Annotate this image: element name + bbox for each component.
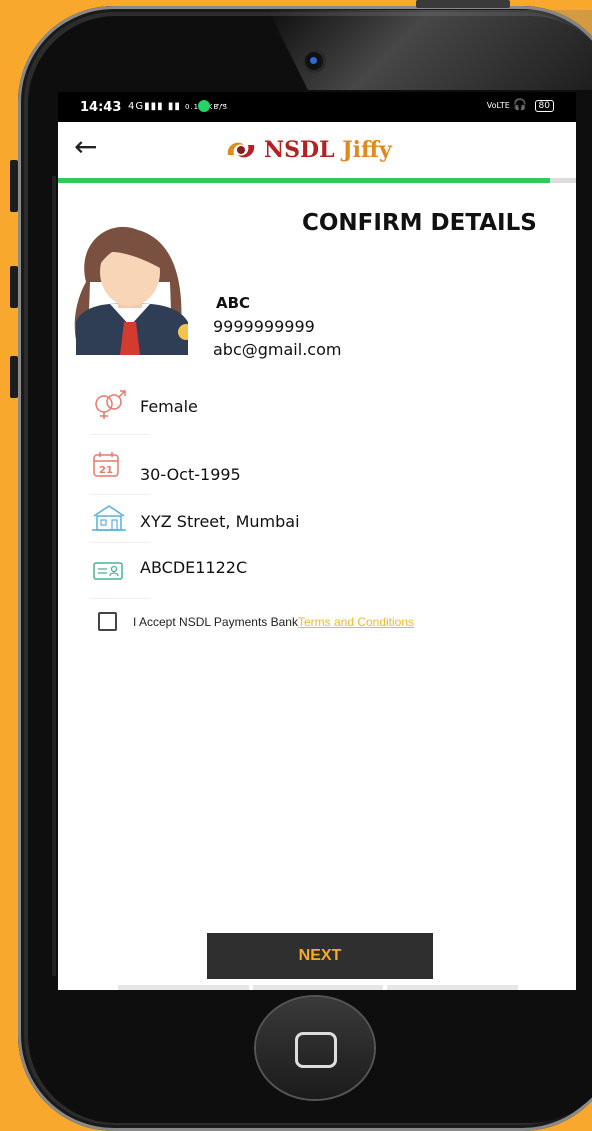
front-camera xyxy=(305,52,323,70)
user-phone: 9999999999 xyxy=(213,317,315,336)
home-button[interactable] xyxy=(256,997,374,1099)
back-arrow-icon[interactable]: ← xyxy=(74,130,97,163)
bezel-edge xyxy=(52,176,56,976)
calendar-icon: 21 xyxy=(93,452,119,477)
status-bar: 14:43 4G▮▮▮ ▮▮ 0.15 KB/S ··· VoLTE 🎧 80 xyxy=(58,92,576,122)
terms-consent: I Accept NSDL Payments Bank Terms and Co… xyxy=(98,612,414,631)
progress-bar xyxy=(58,178,576,183)
headphones-icon: 🎧 xyxy=(513,98,528,111)
page-title: CONFIRM DETAILS xyxy=(302,210,537,236)
logo-suffix: Jiffy xyxy=(342,137,392,163)
volte-label: VoLTE xyxy=(486,101,510,110)
bottom-bar xyxy=(118,985,519,990)
status-time: 14:43 xyxy=(80,100,122,115)
volume-up-button xyxy=(10,160,18,212)
app-screen: ← NSDL Jiffy CONFIRM DETAILS ABC 9999999… xyxy=(58,122,576,990)
address-value: XYZ Street, Mumbai xyxy=(140,512,300,531)
gender-icon xyxy=(95,390,126,419)
user-name: ABC xyxy=(216,294,251,312)
next-button[interactable]: NEXT xyxy=(207,933,433,979)
more-notifications: ··· xyxy=(216,98,228,112)
user-email: abc@gmail.com xyxy=(213,340,342,359)
signal-icon: 4G▮▮▮ ▮▮ 0.15 KB/S xyxy=(128,101,229,112)
app-bar: ← NSDL Jiffy xyxy=(58,122,576,178)
dob-divider xyxy=(90,494,150,495)
accept-label: I Accept NSDL Payments Bank xyxy=(133,614,298,629)
signal-text: 4G xyxy=(128,101,145,112)
logo-brand: NSDL xyxy=(264,137,335,163)
volume-down-button xyxy=(10,266,18,308)
nsdl-jiffy-logo: NSDL Jiffy xyxy=(224,134,392,166)
terms-link[interactable]: Terms and Conditions xyxy=(298,615,414,629)
progress-fill xyxy=(58,178,551,183)
gender-value: Female xyxy=(140,397,198,416)
dob-value: 30-Oct-1995 xyxy=(140,465,241,484)
battery-icon: 80 xyxy=(534,100,554,112)
logo-text: NSDL Jiffy xyxy=(264,137,392,163)
gender-divider xyxy=(90,434,150,435)
address-divider xyxy=(90,542,150,543)
status-right: VoLTE 🎧 80 xyxy=(487,98,554,112)
calendar-day: 21 xyxy=(99,465,113,476)
user-avatar xyxy=(70,222,188,355)
id-card-icon xyxy=(93,562,123,580)
logo-mark-icon xyxy=(227,142,255,158)
pan-divider xyxy=(90,598,150,599)
side-button xyxy=(10,356,18,398)
bezel-glare xyxy=(268,10,592,90)
accept-checkbox[interactable] xyxy=(98,612,117,631)
whatsapp-icon xyxy=(198,100,210,112)
pan-value: ABCDE1122C xyxy=(140,558,248,577)
power-button xyxy=(416,0,510,8)
house-icon xyxy=(92,505,126,531)
home-square-icon xyxy=(295,1032,337,1068)
